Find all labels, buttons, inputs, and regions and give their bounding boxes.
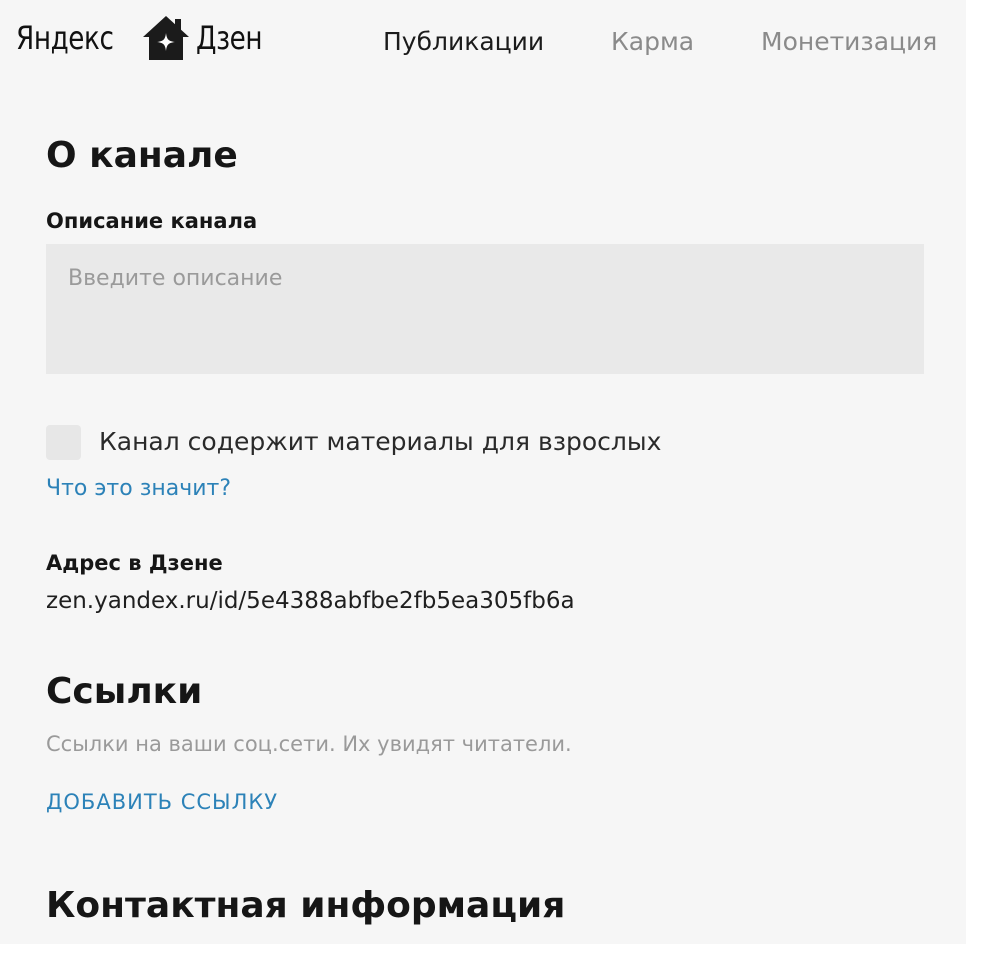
- adult-content-checkbox-row[interactable]: Канал содержит материалы для взрослых: [46, 424, 661, 460]
- nav-tab-monetization[interactable]: Монетизация: [761, 22, 937, 62]
- zen-address-value: zen.yandex.ru/id/5e4388abfbe2fb5ea305fb6…: [46, 588, 575, 614]
- adult-content-label[interactable]: Канал содержит материалы для взрослых: [99, 424, 661, 460]
- about-channel-heading: О канале: [46, 135, 238, 176]
- top-header: Яндекс Дзен Публикации Карма Монетизация: [0, 0, 966, 80]
- logo-word-zen: Дзен: [196, 19, 263, 57]
- description-label: Описание канала: [46, 209, 258, 233]
- what-does-it-mean-link[interactable]: Что это значит?: [46, 474, 231, 504]
- house-star-icon: [143, 16, 189, 60]
- yandex-zen-logo[interactable]: Яндекс Дзен: [16, 12, 276, 64]
- zen-address-label: Адрес в Дзене: [46, 551, 223, 575]
- add-link-button[interactable]: ДОБАВИТЬ ССЫЛКУ: [46, 787, 278, 817]
- logo-word-yandex: Яндекс: [16, 19, 114, 57]
- links-hint-text: Ссылки на ваши соц.сети. Их увидят читат…: [46, 732, 572, 756]
- contact-info-heading: Контактная информация: [46, 885, 566, 926]
- links-heading: Ссылки: [46, 671, 203, 712]
- channel-settings-page: Яндекс Дзен Публикации Карма Монетизация…: [0, 0, 966, 944]
- nav-tab-publications[interactable]: Публикации: [383, 22, 544, 62]
- adult-content-checkbox[interactable]: [46, 424, 81, 460]
- nav-tab-karma[interactable]: Карма: [611, 22, 694, 62]
- description-input[interactable]: [46, 244, 924, 374]
